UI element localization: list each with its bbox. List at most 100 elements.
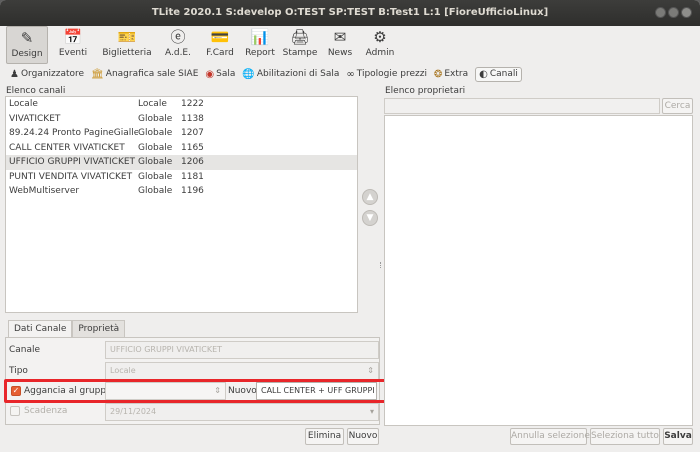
channel-code: 1138 bbox=[181, 113, 204, 124]
toolbar-label: Admin bbox=[365, 48, 395, 58]
salva-button[interactable]: Salva bbox=[663, 428, 693, 445]
calendar-icon: 📅 bbox=[63, 28, 83, 46]
channel-type: Globale bbox=[138, 157, 173, 168]
scadenza-date-field[interactable]: 29/11/2024 ▾ bbox=[105, 403, 379, 421]
scadenza-checkbox[interactable] bbox=[10, 406, 20, 416]
nuovo-button[interactable]: Nuovo bbox=[347, 428, 379, 445]
toolbar-ade-button[interactable]: ⓔ A.d.E. bbox=[156, 26, 200, 64]
select-arrows-icon: ⇕ bbox=[367, 366, 374, 375]
toolbar-fcard-button[interactable]: 💳 F.Card bbox=[200, 26, 240, 64]
list-item[interactable]: CALL CENTER VIVATICKET Globale 1165 bbox=[6, 141, 357, 156]
sala-icon: ◉ bbox=[205, 68, 215, 80]
gruppo-select[interactable]: ⇕ bbox=[105, 382, 226, 400]
toolbar-biglietteria-button[interactable]: 🎫 Biglietteria bbox=[98, 26, 156, 64]
nuovo-label: Nuovo bbox=[228, 386, 257, 396]
subtab-label: Canali bbox=[489, 69, 518, 79]
window-title: TLite 2020.1 S:develop O:TEST SP:TEST B:… bbox=[151, 7, 549, 18]
cerca-button[interactable]: Cerca bbox=[662, 98, 693, 114]
subtab-tipologie[interactable]: ∞ Tipologie prezzi bbox=[346, 69, 427, 80]
channels-list-title: Elenco canali bbox=[6, 86, 66, 96]
subtab-label: Abilitazioni di Sala bbox=[256, 69, 340, 79]
subtab-canali[interactable]: ◐ Canali bbox=[475, 66, 522, 82]
tipo-label: Tipo bbox=[9, 366, 28, 376]
subtab-label: Sala bbox=[216, 69, 236, 79]
tab-dati-canale[interactable]: Dati Canale bbox=[8, 320, 73, 338]
scadenza-label: Scadenza bbox=[24, 406, 68, 416]
list-item-selected[interactable]: UFFICIO GRUPPI VIVATICKET Globale 1206 bbox=[6, 155, 357, 170]
sub-toolbar: ♟ Organizzatore 🏛 Anagrafica sale SIAE ◉… bbox=[0, 64, 700, 84]
subtab-extra[interactable]: ❂ Extra bbox=[434, 69, 468, 80]
channel-name: PUNTI VENDITA VIVATICKET bbox=[9, 171, 133, 182]
toolbar-news-button[interactable]: ✉ News bbox=[320, 26, 360, 64]
canale-value: UFFICIO GRUPPI VIVATICKET bbox=[110, 345, 223, 354]
list-item[interactable]: PUNTI VENDITA VIVATICKET Globale 1181 bbox=[6, 170, 357, 185]
close-button[interactable] bbox=[681, 7, 692, 18]
subtab-organizzatore[interactable]: ♟ Organizzatore bbox=[10, 69, 84, 80]
channel-name: UFFICIO GRUPPI VIVATICKET bbox=[9, 157, 136, 168]
check-icon: ✓ bbox=[12, 386, 20, 395]
toolbar-label: Eventi bbox=[58, 48, 88, 58]
title-bar: TLite 2020.1 S:develop O:TEST SP:TEST B:… bbox=[0, 0, 700, 26]
channel-type: Globale bbox=[138, 171, 173, 182]
channel-code: 1206 bbox=[181, 157, 204, 168]
nuovo-group-value: CALL CENTER + UFF GRUPPI bbox=[261, 386, 375, 395]
owners-list[interactable] bbox=[384, 115, 693, 426]
glasses-icon: ∞ bbox=[346, 68, 355, 80]
channel-code: 1222 bbox=[181, 99, 204, 110]
toolbar-label: Stampe bbox=[282, 48, 318, 58]
dropdown-arrow-icon: ▾ bbox=[369, 407, 374, 416]
elimina-button[interactable]: Elimina bbox=[305, 428, 344, 445]
person-icon: ♟ bbox=[10, 68, 19, 80]
annulla-selezione-button[interactable]: Annulla selezione bbox=[510, 428, 590, 445]
list-item[interactable]: VIVATICKET Globale 1138 bbox=[6, 112, 357, 127]
toolbar-label: A.d.E. bbox=[165, 48, 191, 58]
subtab-sala[interactable]: ◉ Sala bbox=[205, 69, 235, 80]
extra-icon: ❂ bbox=[433, 68, 443, 80]
list-item[interactable]: WebMultiserver Globale 1196 bbox=[6, 184, 357, 199]
tipo-value: Locale bbox=[110, 366, 136, 375]
toolbar-report-button[interactable]: 📊 Report bbox=[240, 26, 280, 64]
list-item[interactable]: 89.24.24 Pronto PagineGialle Globale 120… bbox=[6, 126, 357, 141]
maximize-button[interactable] bbox=[668, 7, 679, 18]
building-icon: 🏛 bbox=[91, 68, 104, 80]
owners-search-input[interactable] bbox=[384, 98, 660, 114]
subtab-label: Extra bbox=[444, 69, 469, 79]
toolbar-label: Biglietteria bbox=[102, 48, 152, 58]
design-icon: ✎ bbox=[20, 29, 34, 47]
splitter-handle[interactable] bbox=[380, 262, 382, 268]
tab-proprieta[interactable]: Proprietà bbox=[72, 320, 126, 338]
tipo-select[interactable]: Locale ⇕ bbox=[105, 362, 379, 380]
app-window: TLite 2020.1 S:develop O:TEST SP:TEST B:… bbox=[0, 0, 700, 452]
main-toolbar: ✎ Design 📅 Eventi 🎫 Biglietteria ⓔ A.d.E… bbox=[0, 26, 700, 64]
toolbar-eventi-button[interactable]: 📅 Eventi bbox=[48, 26, 98, 64]
move-up-button[interactable]: ▲ bbox=[362, 189, 378, 205]
window-controls bbox=[655, 7, 692, 18]
toolbar-stampe-button[interactable]: 🖨 Stampe bbox=[280, 26, 320, 64]
channel-code: 1181 bbox=[181, 171, 204, 182]
channels-list[interactable]: Locale Locale 1222 VIVATICKET Globale 11… bbox=[5, 96, 358, 313]
owners-list-title: Elenco proprietari bbox=[385, 86, 466, 96]
channel-name: Locale bbox=[9, 99, 38, 110]
ade-icon: ⓔ bbox=[170, 28, 186, 46]
move-down-button[interactable]: ▼ bbox=[362, 210, 378, 226]
minimize-button[interactable] bbox=[655, 7, 666, 18]
toolbar-design-button[interactable]: ✎ Design bbox=[6, 26, 48, 64]
ticket-icon: 🎫 bbox=[117, 28, 137, 46]
aggancia-label: Aggancia al gruppo bbox=[24, 386, 112, 396]
subtab-anagrafica[interactable]: 🏛 Anagrafica sale SIAE bbox=[91, 69, 198, 80]
aggancia-checkbox[interactable]: ✓ bbox=[11, 386, 21, 396]
channel-code: 1165 bbox=[181, 142, 204, 153]
seleziona-tutto-button[interactable]: Seleziona tutto bbox=[590, 428, 660, 445]
arrow-up-icon: ▲ bbox=[366, 192, 374, 202]
scadenza-value: 29/11/2024 bbox=[110, 407, 157, 416]
globe-icon: 🌐 bbox=[242, 68, 255, 80]
subtab-abilitazioni[interactable]: 🌐 Abilitazioni di Sala bbox=[242, 69, 339, 80]
list-item[interactable]: Locale Locale 1222 bbox=[6, 97, 357, 112]
toolbar-admin-button[interactable]: ⚙ Admin bbox=[360, 26, 400, 64]
channel-type: Globale bbox=[138, 142, 173, 153]
canale-field[interactable]: UFFICIO GRUPPI VIVATICKET bbox=[105, 341, 379, 359]
subtab-label: Organizzatore bbox=[20, 69, 85, 79]
report-icon: 📊 bbox=[250, 28, 270, 46]
channel-type: Globale bbox=[138, 113, 173, 124]
nuovo-group-input[interactable]: CALL CENTER + UFF GRUPPI bbox=[256, 382, 377, 400]
